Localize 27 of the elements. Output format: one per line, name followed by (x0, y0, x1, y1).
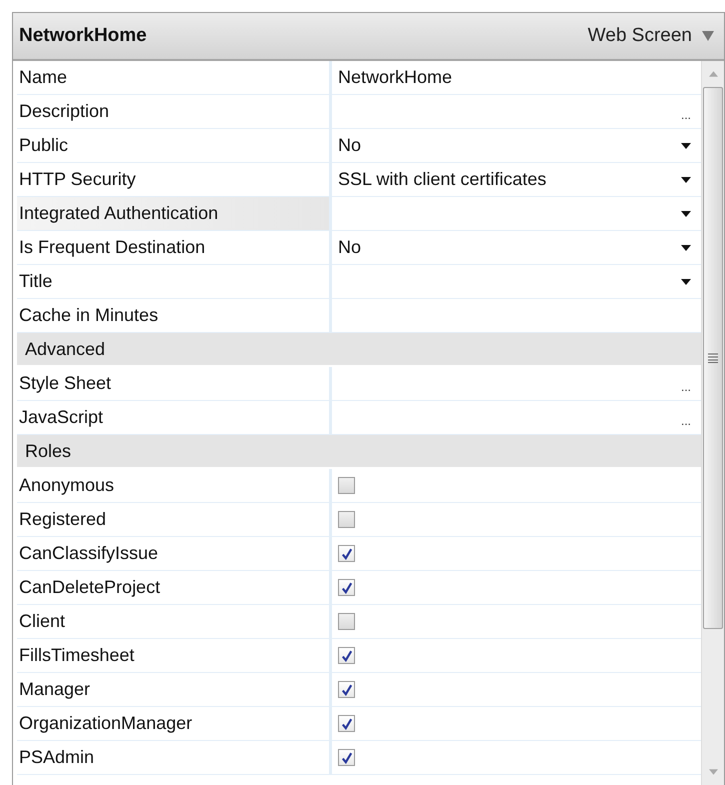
property-label[interactable]: OrganizationManager (17, 707, 332, 740)
property-label[interactable]: CanClassifyIssue (17, 537, 332, 570)
property-label[interactable]: Description (17, 95, 332, 128)
property-label[interactable]: Registered (17, 503, 332, 536)
property-label[interactable]: CanDeleteProject (17, 571, 332, 604)
property-label[interactable]: Anonymous (17, 469, 332, 502)
object-type-label: Web Screen (588, 25, 692, 47)
ellipsis-button[interactable]: ... (680, 414, 691, 434)
property-label[interactable]: Title (17, 265, 332, 298)
property-value: No (338, 135, 362, 156)
panel-title: NetworkHome (19, 25, 147, 47)
property-label[interactable]: PSAdmin (17, 741, 332, 774)
property-label[interactable]: Manager (17, 673, 332, 706)
property-label[interactable]: Public (17, 129, 332, 162)
ellipsis-button[interactable]: ... (680, 380, 691, 400)
property-label[interactable]: Is Frequent Destination (17, 231, 332, 264)
property-label[interactable]: FillsTimesheet (17, 639, 332, 672)
property-label[interactable]: Integrated Authentication (17, 197, 332, 230)
category-header[interactable]: Advanced (17, 333, 701, 367)
category-header[interactable]: Roles (17, 435, 701, 469)
property-label[interactable]: Client (17, 605, 332, 638)
property-label[interactable]: Style Sheet (17, 367, 332, 400)
ellipsis-button[interactable]: ... (680, 108, 691, 128)
property-value: NetworkHome (338, 67, 454, 88)
property-value: SSL with client certificates (338, 169, 548, 190)
property-label[interactable]: Name (17, 61, 332, 94)
property-value: No (338, 237, 362, 258)
